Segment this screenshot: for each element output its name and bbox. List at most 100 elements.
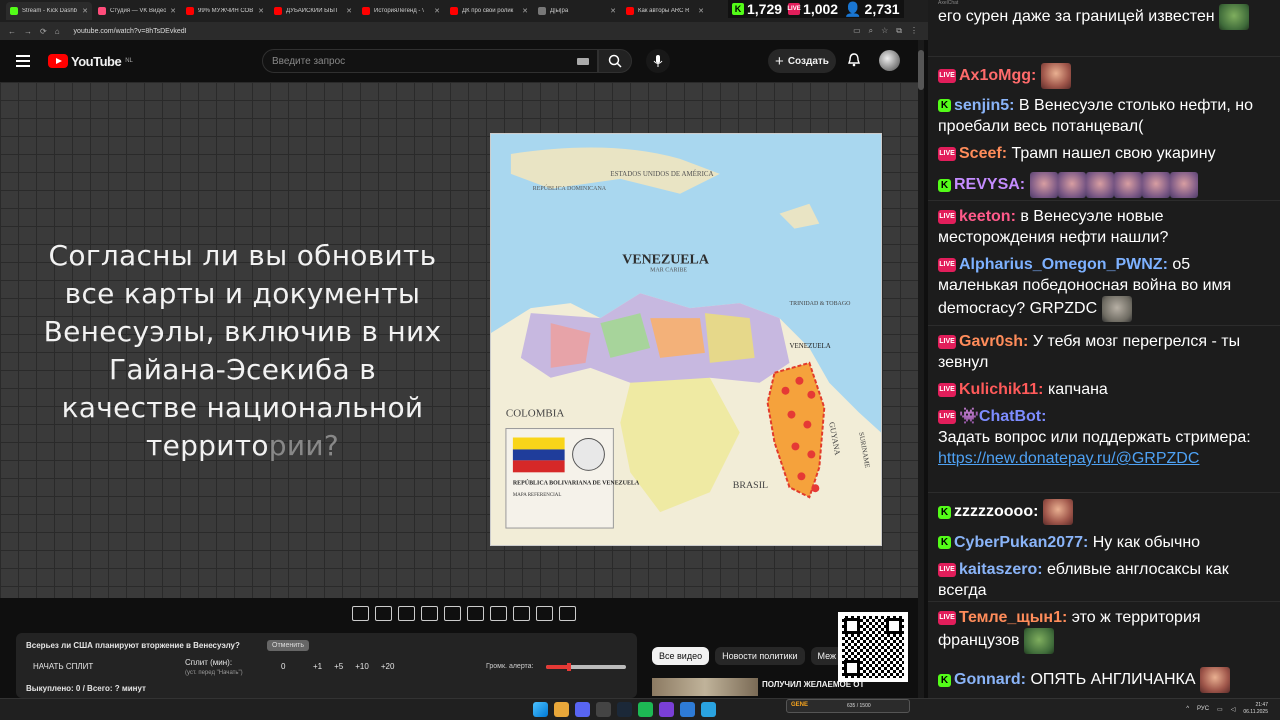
reload-icon[interactable]: ⟳ bbox=[40, 27, 47, 36]
home-icon[interactable]: ⌂ bbox=[55, 27, 60, 36]
obs-icon[interactable] bbox=[596, 702, 611, 717]
volume-knob[interactable] bbox=[566, 663, 571, 671]
browser-tab[interactable]: ДУБАЙСКИЙ ЫЫТ ✕ bbox=[270, 2, 356, 20]
chat-message: его сурен даже за границей известен bbox=[938, 4, 1273, 30]
chat-message: K Gonnard: ОПЯТЬ АНГЛИЧАНКА bbox=[938, 667, 1273, 693]
emote bbox=[1219, 4, 1250, 30]
star-icon[interactable]: ☆ bbox=[881, 26, 888, 36]
close-tab-icon[interactable]: ✕ bbox=[434, 7, 440, 15]
close-tab-icon[interactable]: ✕ bbox=[522, 7, 528, 15]
chrome-icon[interactable] bbox=[554, 702, 569, 717]
cancel-button[interactable]: Отменить bbox=[267, 640, 309, 651]
clapper-icon[interactable] bbox=[421, 606, 438, 621]
video-player[interactable]: Согласны ли вы обновить все карты и доку… bbox=[0, 82, 920, 598]
image-icon[interactable] bbox=[444, 606, 461, 621]
live-badge-icon: LIVE bbox=[938, 209, 956, 224]
scrollbar-thumb[interactable] bbox=[918, 50, 924, 90]
discord-icon[interactable] bbox=[575, 702, 590, 717]
subtitles-icon[interactable] bbox=[467, 606, 484, 621]
zoom-icon[interactable]: ⌕ bbox=[869, 26, 873, 36]
extensions-icon[interactable]: ⧉ bbox=[896, 26, 902, 36]
app-icon[interactable] bbox=[659, 702, 674, 717]
display-icon[interactable] bbox=[398, 606, 415, 621]
forward-icon[interactable]: → bbox=[24, 27, 32, 36]
chat-message: Kzzzzzoooo: bbox=[938, 499, 1273, 525]
kick-badge-icon: K bbox=[938, 99, 951, 113]
browser-tab[interactable]: 99% МУЖЧИН СОВ ✕ bbox=[182, 2, 268, 20]
browser-tab[interactable]: Д|ы|ра ✕ bbox=[534, 2, 620, 20]
split-value[interactable]: 0 bbox=[281, 662, 285, 671]
create-button[interactable]: + Создать bbox=[768, 49, 836, 73]
steam-icon[interactable] bbox=[617, 702, 632, 717]
volume-fill bbox=[546, 665, 569, 669]
browser-tab[interactable]: Студия — VK Видео ✕ bbox=[94, 2, 180, 20]
map-title: VENEZUELA bbox=[622, 252, 709, 267]
camera-icon[interactable] bbox=[536, 606, 553, 621]
vk-video-icon bbox=[98, 7, 106, 15]
chip-all[interactable]: Все видео bbox=[652, 647, 710, 665]
voice-search-button[interactable] bbox=[646, 49, 670, 73]
page-icon bbox=[538, 7, 546, 15]
split-control-panel: Всерьез ли США планируют вторжение в Вен… bbox=[16, 633, 637, 698]
windows-start-icon[interactable] bbox=[533, 702, 548, 717]
gear-icon[interactable] bbox=[559, 606, 576, 621]
chat-message: LIVE Alpharius_Omegon_PWNZ: о5 маленькая … bbox=[938, 254, 1273, 322]
close-tab-icon[interactable]: ✕ bbox=[698, 7, 704, 15]
network-icon[interactable]: ▭ bbox=[1217, 706, 1223, 713]
notifications-icon[interactable] bbox=[846, 52, 862, 68]
keyboard-icon[interactable] bbox=[577, 57, 589, 65]
back-icon[interactable]: ← bbox=[8, 27, 16, 36]
avatar[interactable] bbox=[879, 50, 900, 71]
increment-button[interactable]: +10 bbox=[355, 662, 369, 671]
youtube-logo[interactable]: YouTube NL bbox=[48, 54, 133, 69]
language-indicator[interactable]: РУС bbox=[1197, 706, 1209, 712]
chat-message: LIVE kaitaszero: ебливые англосаксы как в… bbox=[938, 561, 1229, 599]
menu-icon[interactable] bbox=[16, 55, 30, 67]
menu-dots-icon[interactable]: ⋮ bbox=[910, 26, 918, 36]
close-tab-icon[interactable]: ✕ bbox=[82, 7, 88, 15]
close-tab-icon[interactable]: ✕ bbox=[346, 7, 352, 15]
alert-volume-slider[interactable] bbox=[546, 663, 626, 671]
close-tab-icon[interactable]: ✕ bbox=[170, 7, 176, 15]
gauge-icon[interactable] bbox=[490, 606, 507, 621]
chevron-up-icon[interactable]: ^ bbox=[1186, 706, 1189, 712]
browser-tab[interactable]: ДК про свой ролик ✕ bbox=[446, 2, 532, 20]
video-thumbnail[interactable] bbox=[652, 678, 758, 696]
increment-button[interactable]: +20 bbox=[381, 662, 395, 671]
spotify-icon[interactable] bbox=[638, 702, 653, 717]
close-tab-icon[interactable]: ✕ bbox=[610, 7, 616, 15]
emote bbox=[1085, 172, 1114, 198]
browser-tab[interactable]: ИсторияЛегенд - \ ✕ bbox=[358, 2, 444, 20]
chip-politics[interactable]: Новости политики bbox=[715, 647, 805, 665]
kick-icon bbox=[10, 7, 18, 15]
venezuela-map-image: COLOMBIA VENEZUELA ESTADOS UNIDOS DE AMÉ… bbox=[490, 133, 882, 546]
add-clip-icon[interactable] bbox=[513, 606, 530, 621]
taskbar-apps bbox=[533, 702, 716, 717]
volume-icon[interactable]: ◁ bbox=[1231, 706, 1236, 713]
refresh-icon[interactable] bbox=[352, 606, 369, 621]
stream-viewer-counters: K 1,729 LIVE 1,002 👤 2,731 bbox=[728, 0, 904, 18]
page-scrollbar[interactable] bbox=[918, 40, 924, 700]
emote bbox=[1169, 172, 1198, 198]
increment-button[interactable]: +5 bbox=[334, 662, 343, 671]
chat-panel: AxelChat его сурен даже за границей изве… bbox=[928, 0, 1280, 698]
url-field[interactable]: youtube.com/watch?v=8hTsDEvkedI bbox=[74, 28, 187, 35]
start-split-button[interactable]: НАЧАТЬ СПЛИТ bbox=[33, 662, 93, 671]
increment-button[interactable]: +1 bbox=[313, 662, 322, 671]
search-button[interactable] bbox=[598, 49, 632, 73]
system-tray: ^ РУС ▭ ◁ 21:47 06.11.2025 bbox=[1186, 702, 1268, 716]
browser-tab[interactable]: Stream - Kick Dashb ✕ bbox=[6, 2, 92, 20]
search-input[interactable]: Введите запрос bbox=[262, 49, 598, 73]
close-tab-icon[interactable]: ✕ bbox=[258, 7, 264, 15]
telegram-icon[interactable] bbox=[680, 702, 695, 717]
emote bbox=[1113, 172, 1142, 198]
browser-tab[interactable]: Как авторы ARC R ✕ bbox=[622, 2, 708, 20]
broadcast-icon[interactable] bbox=[375, 606, 392, 621]
donate-link[interactable]: https://new.donatepay.ru/@GRPZDC bbox=[938, 450, 1199, 467]
install-icon[interactable]: ▭ bbox=[853, 26, 861, 36]
plus-icon: + bbox=[775, 52, 784, 70]
folder-icon[interactable] bbox=[701, 702, 716, 717]
volume-label: Громк. алерта: bbox=[486, 663, 534, 670]
clock[interactable]: 21:47 06.11.2025 bbox=[1243, 702, 1268, 716]
youtube-icon bbox=[186, 7, 194, 15]
